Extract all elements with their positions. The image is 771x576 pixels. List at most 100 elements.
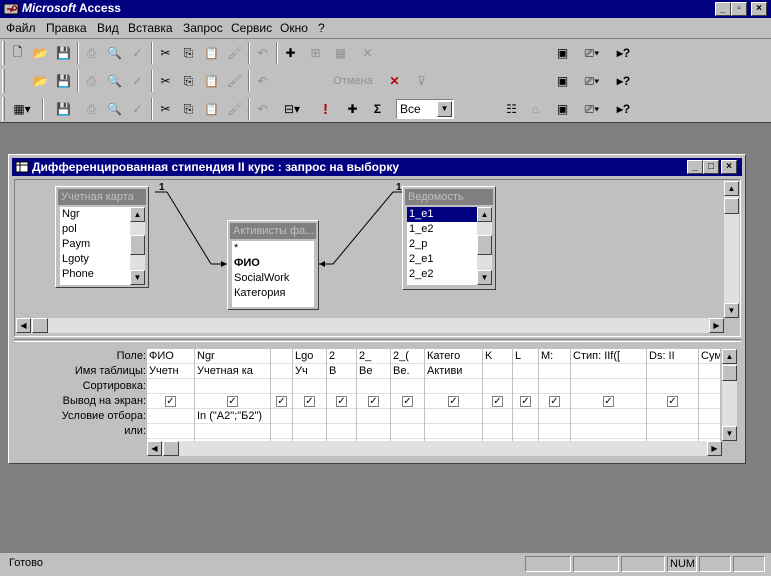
table-box-title[interactable]: Учетная карта (58, 189, 146, 205)
scroll-up-icon[interactable]: ▲ (724, 181, 739, 196)
delete-record-icon[interactable]: ✕ (383, 70, 406, 92)
new-object-dropdown-icon[interactable]: ⎚▾ (576, 98, 608, 120)
scroll-down-icon[interactable]: ▼ (722, 426, 737, 441)
grid-cell-table[interactable] (513, 364, 538, 379)
grid-cell-table[interactable] (271, 364, 292, 379)
show-checkbox[interactable]: ✓ (304, 396, 315, 407)
format-painter-icon[interactable]: 🖌 (223, 98, 246, 120)
grid-cell-table[interactable]: Ве (357, 364, 390, 379)
grid-cell-sort[interactable] (195, 379, 270, 394)
database-window-icon[interactable]: ▣ (551, 70, 574, 92)
grid-cell-criteria[interactable] (647, 409, 698, 424)
maximize-button[interactable]: ▫ (731, 2, 747, 16)
grid-cell-criteria[interactable]: In ("А2";"Б2") (195, 409, 270, 424)
print-preview-icon[interactable]: 🔍 (103, 42, 126, 64)
show-checkbox[interactable]: ✓ (368, 396, 379, 407)
query-minimize-button[interactable]: _ (687, 160, 703, 174)
show-checkbox[interactable]: ✓ (402, 396, 413, 407)
show-checkbox[interactable]: ✓ (520, 396, 531, 407)
open-icon[interactable]: 📂 (29, 70, 52, 92)
grid-cell-field[interactable]: 2_( (391, 349, 424, 364)
show-checkbox[interactable]: ✓ (336, 396, 347, 407)
grid-cell-or[interactable] (513, 424, 538, 439)
grid-cell-sort[interactable] (357, 379, 390, 394)
field-item[interactable]: 1_e2 (407, 222, 477, 237)
print-icon[interactable]: ⎙ (80, 42, 103, 64)
grid-cell-table[interactable]: Уч (293, 364, 326, 379)
grid-cell-or[interactable] (391, 424, 424, 439)
totals-icon[interactable]: Σ (366, 98, 389, 120)
print-icon[interactable]: ⎙ (80, 70, 103, 92)
scroll-up-icon[interactable]: ▲ (130, 207, 145, 222)
grid-cell-show[interactable]: ✓ (483, 394, 512, 409)
cut-icon[interactable]: ✂ (154, 70, 177, 92)
grid-cell-field[interactable]: Стип: IIf([ (571, 349, 646, 364)
save-icon[interactable]: 💾 (52, 42, 75, 64)
grid-cell-criteria[interactable] (293, 409, 326, 424)
menu-help[interactable]: ? (318, 21, 325, 35)
grid-cell-field[interactable]: K (483, 349, 512, 364)
database-window-icon[interactable]: ▣ (551, 42, 574, 64)
show-checkbox[interactable]: ✓ (165, 396, 176, 407)
print-icon[interactable]: ⎙ (80, 98, 103, 120)
filter-icon[interactable]: ⊽ (410, 70, 433, 92)
database-window-icon[interactable]: ▣ (551, 98, 574, 120)
new-object-dropdown-icon[interactable]: ⎚▾ (576, 42, 608, 64)
grid-cell-or[interactable] (271, 424, 292, 439)
show-checkbox[interactable]: ✓ (549, 396, 560, 407)
scrollbar[interactable]: ▲ ▼ (130, 207, 145, 285)
grid-cell-or[interactable] (195, 424, 270, 439)
scroll-down-icon[interactable]: ▼ (724, 303, 739, 318)
grid-cell-sort[interactable] (391, 379, 424, 394)
grid-cell-criteria[interactable] (699, 409, 720, 424)
grid-cell-sort[interactable] (699, 379, 720, 394)
field-item[interactable]: ФИО (232, 256, 314, 271)
grid-cell-criteria[interactable] (483, 409, 512, 424)
pane-splitter[interactable] (14, 339, 741, 342)
undo-icon[interactable]: ↶ (251, 70, 274, 92)
field-item[interactable]: 2_e2 (407, 267, 477, 282)
show-checkbox[interactable]: ✓ (276, 396, 287, 407)
new-icon[interactable]: 🗋 (6, 42, 29, 64)
help-icon[interactable]: ▸? (612, 70, 635, 92)
table-box-vedomost[interactable]: Ведомость 1_e1 1_e2 2_p 2_e1 2_e2 ▲ ▼ (402, 186, 496, 290)
grid-cell-sort[interactable] (647, 379, 698, 394)
grid-cell-table[interactable]: В (327, 364, 356, 379)
grid-cell-show[interactable]: ✓ (271, 394, 292, 409)
field-item[interactable]: 2_e1 (407, 252, 477, 267)
grid-cell-sort[interactable] (327, 379, 356, 394)
spelling-icon[interactable]: ✓ (126, 98, 149, 120)
grid-cell-show[interactable]: ✓ (571, 394, 646, 409)
table-box-aktivisty[interactable]: Активисты фа... * ФИО SocialWork Категор… (227, 220, 319, 310)
field-item-selected[interactable]: 1_e1 (407, 207, 477, 222)
field-item[interactable]: SocialWork (232, 271, 314, 286)
chevron-down-icon[interactable]: ▼ (437, 101, 452, 117)
undo-icon[interactable]: ↶ (251, 98, 274, 120)
grid-cell-show[interactable]: ✓ (195, 394, 270, 409)
table-pane-hscroll[interactable]: ◀ ▶ (16, 318, 724, 333)
grid-cell-sort[interactable] (147, 379, 194, 394)
field-item[interactable]: Lgoty (60, 252, 130, 267)
grid-cell-or[interactable] (483, 424, 512, 439)
grid-cell-or[interactable] (539, 424, 570, 439)
paste-icon[interactable]: 📋 (200, 42, 223, 64)
undo-icon[interactable]: ↶ (251, 42, 274, 64)
grid-cell-table[interactable] (539, 364, 570, 379)
scroll-thumb[interactable] (722, 365, 737, 381)
grid-cell-criteria[interactable] (327, 409, 356, 424)
grid-cell-show[interactable]: ✓ (699, 394, 720, 409)
grid-cell-criteria[interactable] (539, 409, 570, 424)
show-checkbox[interactable]: ✓ (603, 396, 614, 407)
run-query-icon[interactable]: ! (314, 98, 337, 120)
help-icon[interactable]: ▸? (612, 98, 635, 120)
grid-cell-or[interactable] (293, 424, 326, 439)
scroll-thumb[interactable] (477, 235, 492, 255)
grid-cell-or[interactable] (699, 424, 720, 439)
menu-file[interactable]: Файл (6, 21, 36, 35)
scroll-up-icon[interactable]: ▲ (477, 207, 492, 222)
grid-cell-field[interactable]: L (513, 349, 538, 364)
table-box-title[interactable]: Активисты фа... (230, 223, 316, 239)
query-window-title-bar[interactable]: Дифференцированная стипендия II курс : з… (12, 158, 742, 176)
scroll-down-icon[interactable]: ▼ (477, 270, 492, 285)
print-preview-icon[interactable]: 🔍 (103, 70, 126, 92)
